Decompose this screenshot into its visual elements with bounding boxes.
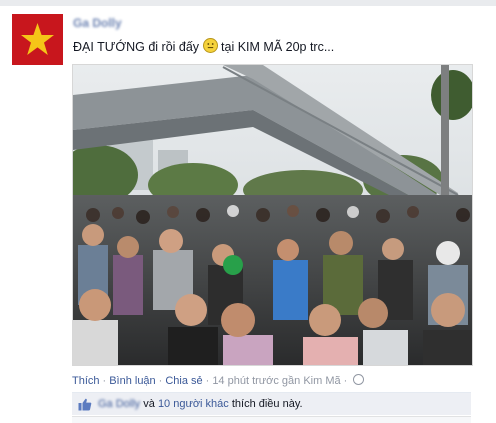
share-link[interactable]: Chia sẻ — [165, 375, 202, 387]
smiley-face-icon — [202, 38, 218, 53]
post-actions-bar: Thích · Bình luận · Chia sẻ · 14 phút trước gầ… — [72, 374, 365, 387]
likes-summary: Ga Dolly và 10 người khác thích điều này… — [72, 392, 471, 415]
others-link[interactable]: 10 người khác — [158, 398, 229, 410]
crowd-photo-image — [73, 65, 472, 365]
post-status-text: ĐẠI TƯỚNG đi rồi đấy tại KIM MÃ 20p trc.… — [73, 38, 334, 54]
status-text-part1: ĐẠI TƯỚNG đi rồi đấy — [73, 40, 200, 54]
profile-avatar[interactable] — [12, 14, 63, 65]
top-border — [0, 0, 496, 6]
star-icon — [21, 23, 54, 55]
comment-link[interactable]: Bình luận — [109, 375, 155, 387]
like-link[interactable]: Thích — [72, 375, 100, 387]
post-photo[interactable] — [72, 64, 473, 366]
status-text-part2: tại KIM MÃ 20p trc... — [221, 40, 335, 54]
post-author-name[interactable]: Ga Dolly — [73, 16, 122, 30]
post-timestamp[interactable]: 14 phút trước gần Kim Mã — [212, 375, 340, 387]
likes-suffix: thích điều này. — [231, 398, 303, 410]
likes-conjunction: và — [143, 398, 155, 410]
likes-text: Ga Dolly và 10 người khác thích điều này… — [98, 398, 303, 410]
globe-icon[interactable] — [353, 374, 365, 385]
thumbs-up-icon — [78, 398, 92, 411]
liker-name[interactable]: Ga Dolly — [98, 398, 140, 410]
